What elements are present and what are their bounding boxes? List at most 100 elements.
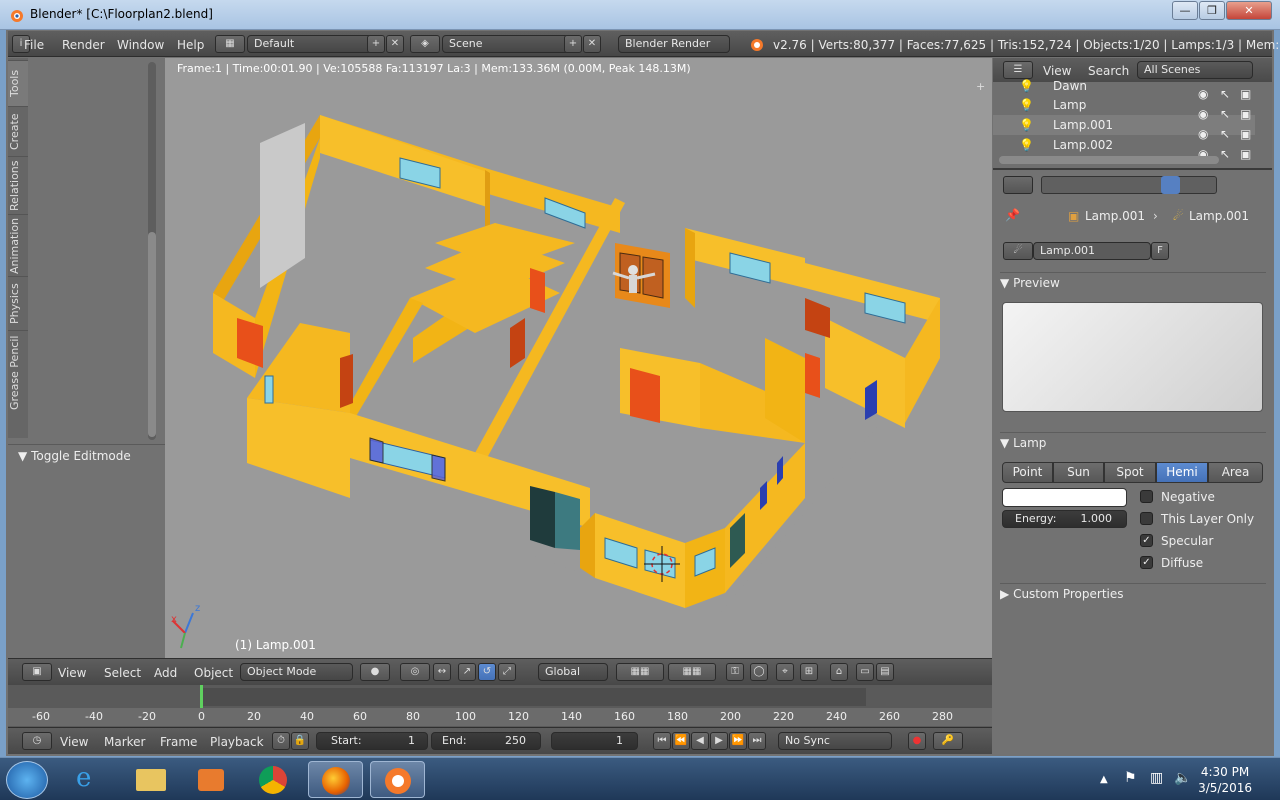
action-center-flag-icon[interactable]: ⚑: [1124, 770, 1137, 786]
menu-file[interactable]: File: [24, 38, 44, 52]
internet-explorer-icon[interactable]: e: [62, 761, 117, 798]
lamp-type-sun[interactable]: Sun: [1053, 462, 1104, 483]
tab-grease-pencil[interactable]: Grease Pencil: [8, 330, 28, 414]
preview-range-icon[interactable]: ⏱: [272, 732, 290, 750]
snap-toggle-icon[interactable]: ⌖: [776, 663, 794, 681]
lamp-panel-header[interactable]: ▼ Lamp: [1000, 432, 1266, 452]
start-frame-field[interactable]: Start: 1: [316, 732, 428, 750]
specular-checkbox[interactable]: ✓: [1140, 534, 1153, 547]
add-scene-icon[interactable]: +: [564, 35, 582, 53]
outliner-horizontal-scrollbar[interactable]: [999, 156, 1219, 164]
firefox-icon[interactable]: [308, 761, 363, 798]
floorplan-scene[interactable]: [165, 58, 992, 658]
menu-playback[interactable]: Playback: [210, 735, 264, 749]
snap-element-icon[interactable]: ⊞: [800, 663, 818, 681]
lamp-browse-icon[interactable]: ☄: [1003, 242, 1033, 260]
menu-render[interactable]: Render: [62, 38, 105, 52]
file-explorer-icon[interactable]: [124, 761, 179, 798]
menu-view[interactable]: View: [58, 666, 86, 680]
scene-icon[interactable]: ◈: [410, 35, 440, 53]
scene-field[interactable]: Scene: [442, 35, 569, 53]
rotate-manipulator-icon[interactable]: ↺: [478, 663, 496, 681]
lamp-datablock-name[interactable]: Lamp.001: [1033, 242, 1151, 260]
menu-view[interactable]: View: [60, 735, 88, 749]
preview-panel-header[interactable]: ▼ Preview: [1000, 272, 1266, 292]
network-icon[interactable]: ▥: [1150, 770, 1163, 786]
tab-create[interactable]: Create: [8, 106, 28, 156]
lamp-color-swatch[interactable]: [1002, 488, 1127, 507]
timeline-current-frame-marker[interactable]: [200, 685, 203, 708]
interaction-mode-dropdown[interactable]: Object Mode: [240, 663, 353, 681]
pin-icon[interactable]: 📌: [1005, 208, 1020, 222]
lamp-type-spot[interactable]: Spot: [1104, 462, 1156, 483]
tab-relations[interactable]: Relations: [8, 156, 28, 214]
manipulator-toggle-icon[interactable]: ↔: [433, 663, 451, 681]
system-clock[interactable]: 4:30 PM 3/5/2016: [1198, 764, 1252, 796]
pivot-point-icon[interactable]: ◎: [400, 663, 430, 681]
menu-help[interactable]: Help: [177, 38, 204, 52]
screen-layout-field[interactable]: Default: [247, 35, 372, 53]
diffuse-checkbox[interactable]: ✓: [1140, 556, 1153, 569]
custom-properties-panel-header[interactable]: ▶ Custom Properties: [1000, 583, 1266, 603]
chrome-icon[interactable]: [246, 761, 301, 798]
jump-end-icon[interactable]: ⏭: [748, 732, 766, 750]
media-player-icon[interactable]: [184, 761, 239, 798]
menu-frame[interactable]: Frame: [160, 735, 197, 749]
viewport-corner-plus-icon[interactable]: +: [976, 80, 988, 93]
outliner-item-selected[interactable]: 💡 Lamp.001: [993, 115, 1255, 135]
menu-object[interactable]: Object: [194, 666, 233, 680]
scrollbar-thumb[interactable]: [148, 232, 156, 437]
tab-animation[interactable]: Animation: [8, 214, 28, 276]
jump-start-icon[interactable]: ⏮: [653, 732, 671, 750]
outliner-item[interactable]: 💡 Lamp.002: [993, 135, 1255, 155]
auto-keying-record-icon[interactable]: ●: [908, 732, 926, 750]
blender-taskbar-icon[interactable]: [370, 761, 425, 798]
editor-type-properties-icon[interactable]: [1003, 176, 1033, 194]
lock-range-icon[interactable]: 🔒: [291, 732, 309, 750]
outliner-item[interactable]: 💡 Lamp: [993, 95, 1255, 115]
viewport-shading-icon[interactable]: ●: [360, 663, 390, 681]
lamp-type-area[interactable]: Area: [1208, 462, 1263, 483]
lamp-type-hemi[interactable]: Hemi: [1156, 462, 1208, 483]
energy-field[interactable]: Energy: 1.000: [1002, 510, 1127, 528]
jump-keyframe-forward-icon[interactable]: ⏩: [729, 732, 747, 750]
visibility-eye-icon[interactable]: ◉ ◉ ◉ ◉: [1198, 84, 1212, 164]
add-screen-icon[interactable]: +: [367, 35, 385, 53]
layers-1-icon[interactable]: ▦▦: [616, 663, 664, 681]
scale-manipulator-icon[interactable]: ⤢: [498, 663, 516, 681]
timeline-area[interactable]: -60 -40 -20 0 20 40 60 80 100 120 140 16…: [8, 685, 992, 727]
volume-icon[interactable]: 🔈: [1174, 770, 1191, 786]
current-frame-field[interactable]: 1: [551, 732, 638, 750]
layers-2-icon[interactable]: ▦▦: [668, 663, 716, 681]
menu-marker[interactable]: Marker: [104, 735, 145, 749]
minimize-button[interactable]: —: [1172, 1, 1198, 20]
timeline-ruler[interactable]: -60 -40 -20 0 20 40 60 80 100 120 140 16…: [8, 708, 992, 726]
close-button[interactable]: ✕: [1226, 1, 1272, 20]
transform-orientation-dropdown[interactable]: Global: [538, 663, 608, 681]
tab-physics[interactable]: Physics: [8, 276, 28, 330]
show-hidden-icons-icon[interactable]: ▲: [1100, 774, 1108, 785]
menu-add[interactable]: Add: [154, 666, 177, 680]
menu-select[interactable]: Select: [104, 666, 141, 680]
screen-layout-icon[interactable]: ▦: [215, 35, 245, 53]
end-frame-field[interactable]: End: 250: [431, 732, 541, 750]
3d-viewport[interactable]: Frame:1 | Time:00:01.90 | Ve:105588 Fa:1…: [165, 58, 992, 658]
tab-tools[interactable]: Tools: [8, 60, 28, 106]
opengl-anim-icon[interactable]: ▤: [876, 663, 894, 681]
play-reverse-icon[interactable]: ◀: [691, 732, 709, 750]
proportional-edit-icon[interactable]: ◯: [750, 663, 768, 681]
start-button-icon[interactable]: [6, 761, 48, 799]
translate-manipulator-icon[interactable]: ↗: [458, 663, 476, 681]
remove-screen-icon[interactable]: ✕: [386, 35, 404, 53]
outliner-item[interactable]: 💡 Dawn: [993, 76, 1255, 96]
properties-context-tabs[interactable]: [1041, 176, 1217, 194]
editor-type-timeline-icon[interactable]: ◷: [22, 732, 52, 750]
sync-mode-dropdown[interactable]: No Sync: [778, 732, 892, 750]
play-icon[interactable]: ▶: [710, 732, 728, 750]
maximize-button[interactable]: ❐: [1199, 1, 1225, 20]
tool-shelf-scrollbar[interactable]: [148, 62, 156, 440]
remove-scene-icon[interactable]: ✕: [583, 35, 601, 53]
snap-target-icon[interactable]: ⌂: [830, 663, 848, 681]
this-layer-only-checkbox[interactable]: [1140, 512, 1153, 525]
lamp-type-point[interactable]: Point: [1002, 462, 1053, 483]
